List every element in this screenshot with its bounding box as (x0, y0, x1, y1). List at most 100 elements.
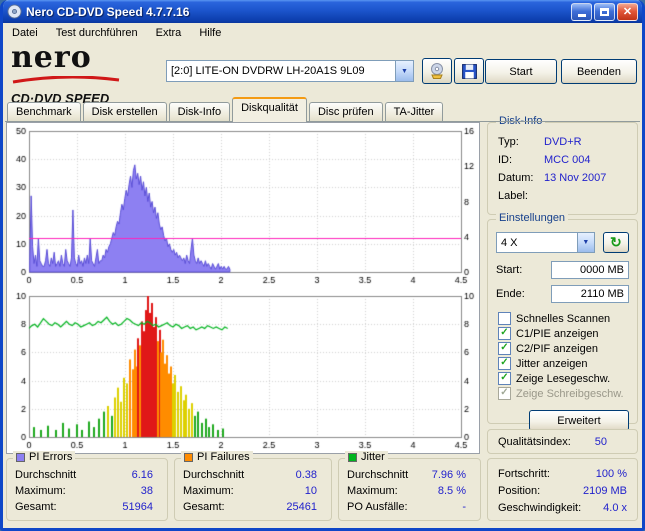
jitter-stats-panel: Jitter Durchschnitt 7.96 % Maximum: 8.5 % … (338, 451, 481, 521)
refresh-icon: ↻ (610, 234, 622, 250)
checkbox-c1-pie-anzeigen[interactable]: C1/PIE anzeigen (488, 326, 637, 341)
jitter-legend: Jitter (345, 451, 388, 463)
speed-select[interactable]: 4 X ▼ (496, 232, 595, 253)
checkbox-icon[interactable] (498, 342, 511, 355)
start-position-field[interactable]: 0000 MB (551, 261, 629, 279)
close-button[interactable]: ✕ (617, 2, 638, 21)
menu-bar: Datei Test durchführen Extra Hilfe (3, 23, 642, 42)
quality-index-value: 50 (594, 435, 607, 448)
total-label: Gesamt: (15, 501, 57, 513)
typ-label: Typ: (498, 136, 519, 148)
checkbox-icon (498, 387, 511, 400)
tab-diskqualitaet[interactable]: Diskqualität (232, 97, 307, 122)
progress-panel: Fortschritt: 100 % Position: 2109 MB Ges… (487, 458, 638, 521)
total-value: 25461 (286, 501, 317, 513)
erweitert-button[interactable]: Erweitert (529, 410, 629, 431)
checkbox-zeige-schreibgeschw: Zeige Schreibgeschw. (488, 386, 637, 401)
start-position-label: Start: (496, 264, 523, 276)
checkbox-jitter-anzeigen[interactable]: Jitter anzeigen (488, 356, 637, 371)
avg-value: 0.38 (295, 469, 317, 481)
drive-select[interactable]: [2:0] LITE-ON DVDRW LH-20A1S 9L09 ▼ (166, 60, 414, 82)
floppy-icon (461, 63, 477, 79)
minimize-button[interactable] (571, 2, 592, 21)
max-value: 8.5 % (437, 485, 466, 497)
close-icon: ✕ (622, 6, 633, 18)
checkbox-schnelles-scannen[interactable]: Schnelles Scannen (488, 311, 637, 326)
checkbox-label: Jitter anzeigen (516, 357, 588, 370)
quality-index-label: Qualitätsindex: (498, 435, 571, 448)
tab-ta-jitter[interactable]: TA-Jitter (384, 102, 444, 122)
disk-info-row-typ: Typ: DVD+R (488, 133, 637, 151)
label-label: Label: (498, 190, 528, 202)
settings-checkbox-list: Schnelles Scannen C1/PIE anzeigen C2/PIF… (488, 311, 637, 401)
drive-select-value: [2:0] LITE-ON DVDRW LH-20A1S 9L09 (171, 65, 365, 77)
geschwindigkeit-value: 4.0 x (603, 501, 627, 514)
hand-disc-icon (431, 63, 443, 79)
speed-row: 4 X ▼ ↻ (488, 230, 637, 255)
chart-panel (6, 122, 480, 454)
app-window: Nero CD-DVD Speed 4.7.7.16 ✕ Datei Test … (0, 0, 645, 531)
beenden-button[interactable]: Beenden (561, 59, 637, 84)
menu-extra[interactable]: Extra (147, 25, 191, 41)
disk-info-group: Disk-Info Typ: DVD+R ID: MCC 004 Datum: … (487, 115, 638, 215)
erweitert-row: Erweitert (488, 410, 637, 431)
avg-label: Durchschnitt (15, 469, 77, 481)
tab-strip: Benchmark Disk erstellen Disk-Info Diskq… (7, 97, 445, 122)
tab-disk-erstellen[interactable]: Disk erstellen (82, 102, 167, 122)
pi-failures-legend: PI Failures (181, 451, 253, 463)
pi-errors-legend: PI Errors (13, 451, 76, 463)
end-position-field[interactable]: 2110 MB (551, 285, 629, 303)
menu-datei[interactable]: Datei (3, 25, 47, 41)
checkbox-label: Schnelles Scannen (516, 312, 611, 325)
tab-disk-info[interactable]: Disk-Info (168, 102, 231, 122)
position-value: 2109 MB (582, 484, 627, 497)
extras-button[interactable] (422, 58, 452, 84)
pi-errors-stats-panel: PI Errors Durchschnitt 6.16 Maximum: 38 Ge… (6, 451, 168, 521)
avg-label: Durchschnitt (347, 469, 409, 481)
checkbox-c2-pif-anzeigen[interactable]: C2/PIF anzeigen (488, 341, 637, 356)
tab-benchmark[interactable]: Benchmark (7, 102, 81, 122)
tab-disc-pruefen[interactable]: Disc prüfen (308, 102, 383, 122)
id-label: ID: (498, 154, 513, 166)
checkbox-icon[interactable] (498, 372, 511, 385)
checkbox-icon[interactable] (498, 327, 511, 340)
checkbox-zeige-lesegeschw[interactable]: Zeige Lesegeschw. (488, 371, 637, 386)
title-bar[interactable]: Nero CD-DVD Speed 4.7.7.16 ✕ (3, 0, 642, 23)
progress-row: Fortschritt: 100 % (488, 465, 637, 482)
jitter-swatch-icon (348, 452, 357, 462)
disk-info-row-datum: Datum: 13 Nov 2007 (488, 169, 637, 187)
avg-value: 7.96 % (431, 469, 466, 481)
maximize-button[interactable] (594, 2, 615, 21)
speed-select-value: 4 X (501, 236, 518, 249)
max-label: Maximum: (15, 485, 66, 497)
pi-failures-swatch-icon (184, 452, 193, 462)
refresh-speeds-button[interactable]: ↻ (602, 232, 629, 253)
checkbox-label: C2/PIF anzeigen (516, 342, 598, 355)
speed-row-stat: Geschwindigkeit: 4.0 x (488, 499, 637, 516)
menu-hilfe[interactable]: Hilfe (190, 25, 230, 41)
chevron-down-icon[interactable]: ▼ (576, 233, 594, 252)
total-value: 51964 (122, 501, 153, 513)
fortschritt-label: Fortschritt: (498, 467, 550, 480)
max-label: Maximum: (347, 485, 398, 497)
max-value: 38 (140, 485, 153, 497)
checkbox-icon[interactable] (498, 312, 511, 325)
menu-test-durchfuehren[interactable]: Test durchführen (47, 25, 147, 41)
start-button[interactable]: Start (485, 59, 557, 84)
fortschritt-value: 100 % (595, 467, 627, 480)
po-failures-value: - (462, 501, 466, 513)
maximize-icon (600, 7, 609, 16)
chevron-down-icon[interactable]: ▼ (395, 61, 413, 81)
pi-failures-title: PI Failures (197, 451, 250, 463)
total-label: Gesamt: (183, 501, 225, 513)
pi-errors-chart (8, 125, 478, 287)
minimize-icon (577, 14, 586, 17)
checkbox-label: C1/PIE anzeigen (516, 327, 599, 340)
disk-info-row-id: ID: MCC 004 (488, 151, 637, 169)
nero-logo: nero CD·DVD SPEED (11, 43, 151, 106)
checkbox-icon[interactable] (498, 357, 511, 370)
position-row: Position: 2109 MB (488, 482, 637, 499)
checkbox-label: Zeige Schreibgeschw. (516, 387, 624, 400)
po-failures-label: PO Ausfälle: (347, 501, 408, 513)
save-button[interactable] (454, 58, 484, 84)
